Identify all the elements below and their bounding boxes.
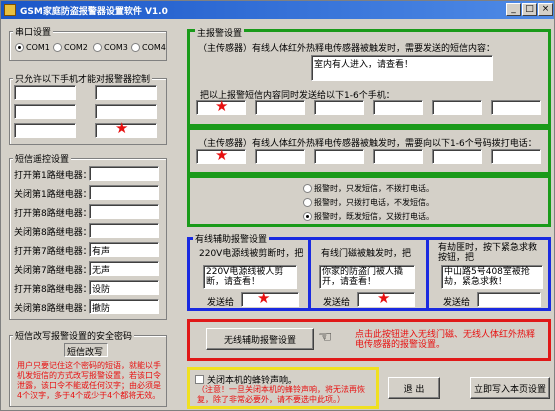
- star-marker-icon: ★: [377, 289, 391, 307]
- phone-field-3[interactable]: [14, 104, 76, 119]
- star-marker-icon: ★: [215, 97, 229, 115]
- host-call-phone-5[interactable]: [432, 149, 482, 164]
- radio-label: 报警时，只拨打电话，不发短信。: [314, 198, 434, 207]
- exit-button[interactable]: 退 出: [388, 377, 440, 399]
- radio-dot: [303, 184, 312, 193]
- radio-call-only[interactable]: 报警时，只拨打电话，不发短信。: [303, 197, 434, 208]
- radio-dot: [93, 43, 102, 52]
- serial-group-title: 串口设置: [13, 25, 54, 38]
- sms-control-title: 短信遥控设置: [13, 152, 72, 165]
- aux-door-label: 有线门磁被触发时，把: [321, 249, 412, 259]
- radio-label: COM3: [104, 43, 128, 52]
- radio-com4[interactable]: COM4: [131, 43, 166, 52]
- relay-label: 打开第7路继电器：: [14, 247, 92, 257]
- star-marker-icon: ★: [257, 289, 271, 307]
- host-sms-phone-4[interactable]: [373, 100, 423, 115]
- aux-send-label: 发送给: [207, 298, 235, 308]
- aux-divider: [426, 240, 429, 308]
- relay-field[interactable]: [89, 166, 159, 181]
- password-note: 用户只要记住这个密码的短语，就能以手机发短信的方式改写报警设置，若该口令泄露，该…: [17, 361, 161, 400]
- host-group-title: 主报警设置: [195, 26, 245, 39]
- phone-field-2[interactable]: [95, 85, 157, 100]
- relay-field[interactable]: [89, 223, 159, 238]
- host-sms-phone-5[interactable]: [432, 100, 482, 115]
- wireless-note: 点击此按钮进入无线门磁、无线人体红外热释电传感器的报警设置。: [355, 330, 536, 350]
- relay-field[interactable]: 撤防: [89, 299, 159, 314]
- relay-label: 关闭第8路继电器：: [14, 228, 92, 238]
- password-group-title: 短信改写报警设置的安全密码: [13, 329, 135, 342]
- beep-note: （注意！一旦关闭本机的蜂铃声响，将无法再恢复，除了非常必要外，请不要选中此项。）: [197, 385, 365, 404]
- relay-label: 打开第8路继电器：: [14, 285, 92, 295]
- relay-field[interactable]: [89, 204, 159, 219]
- aux-send-label: 发送给: [443, 298, 471, 308]
- relay-label: 打开第8路继电器：: [14, 209, 92, 219]
- star-marker-icon: ★: [115, 119, 129, 137]
- radio-com1[interactable]: COM1: [15, 43, 50, 52]
- minimize-button[interactable]: _: [506, 3, 521, 16]
- aux-power-label: 220V电源线被剪断时，把: [199, 249, 304, 259]
- host-sms-content[interactable]: 室内有人进入，请查看！: [311, 55, 493, 81]
- host-sms-phone-6[interactable]: [491, 100, 541, 115]
- radio-dot: [303, 198, 312, 207]
- aux-door-content[interactable]: 你家的防盗门被人撬开，请查看！: [319, 265, 415, 289]
- maximize-button[interactable]: □: [522, 3, 537, 16]
- aux-send-label: 发送给: [323, 298, 351, 308]
- pointing-hand-icon: ☜: [318, 327, 333, 346]
- relay-field[interactable]: 有声: [89, 242, 159, 257]
- aux-panic-content[interactable]: 中山路5号408室被抢劫，紧急求救！: [441, 265, 543, 289]
- radio-com2[interactable]: COM2: [53, 43, 88, 52]
- radio-label: COM1: [26, 43, 50, 52]
- host-call-phone-6[interactable]: [491, 149, 541, 164]
- app-icon: [4, 4, 16, 16]
- radio-label: COM4: [142, 43, 166, 52]
- checkbox-box: [195, 375, 204, 384]
- aux-power-content[interactable]: 220V电源线被人剪断，请查看！: [203, 265, 297, 289]
- relay-field[interactable]: 无声: [89, 261, 159, 276]
- main-window: GSM家庭防盗报警器设置软件 V1.0 _ □ × 串口设置 COM1 COM2…: [0, 0, 555, 411]
- radio-sms-and-call[interactable]: 报警时，既发短信，又拨打电话。: [303, 211, 434, 222]
- radio-dot: [15, 43, 24, 52]
- host-sms-prompt: （主传感器）有线人体红外热释电传感器被触发时，需要发送的短信内容：: [198, 44, 496, 54]
- relay-field[interactable]: 设防: [89, 280, 159, 295]
- relay-field[interactable]: [89, 185, 159, 200]
- radio-dot: [53, 43, 62, 52]
- password-field[interactable]: 短信改写: [64, 343, 108, 358]
- aux-panic-phone[interactable]: [477, 292, 541, 307]
- relay-label: 打开第1路继电器：: [14, 171, 92, 181]
- radio-com3[interactable]: COM3: [93, 43, 128, 52]
- radio-label: 报警时，既发短信，又拨打电话。: [314, 212, 434, 221]
- relay-label: 关闭第1路继电器：: [14, 190, 92, 200]
- radio-sms-only[interactable]: 报警时，只发短信，不拨打电话。: [303, 183, 434, 194]
- title-bar: GSM家庭防盗报警器设置软件 V1.0 _ □ ×: [1, 1, 554, 19]
- write-settings-button[interactable]: 立即写入本页设置: [470, 377, 550, 399]
- wireless-settings-button[interactable]: 无线辅助报警设置: [206, 328, 314, 350]
- phones-group-title: 只允许以下手机才能对报警器控制: [13, 72, 153, 85]
- phone-field-1[interactable]: [14, 85, 76, 100]
- host-call-phone-2[interactable]: [255, 149, 305, 164]
- close-button[interactable]: ×: [538, 3, 553, 16]
- radio-label: 报警时，只发短信，不拨打电话。: [314, 184, 434, 193]
- relay-label: 关闭第8路继电器：: [14, 304, 92, 314]
- radio-dot: [303, 212, 312, 221]
- radio-dot: [131, 43, 140, 52]
- radio-label: COM2: [64, 43, 88, 52]
- aux-group-title: 有线辅助报警设置: [193, 232, 270, 245]
- aux-divider: [308, 240, 311, 308]
- star-marker-icon: ★: [215, 146, 229, 164]
- relay-label: 关闭第7路继电器：: [14, 266, 92, 276]
- phone-field-5[interactable]: [14, 123, 76, 138]
- host-sms-phone-2[interactable]: [255, 100, 305, 115]
- sms-control-group: [9, 158, 167, 320]
- phone-field-4[interactable]: [95, 104, 157, 119]
- aux-panic-label: 有劫匪时，按下紧急求救按钮，把: [438, 243, 538, 263]
- host-call-phone-3[interactable]: [314, 149, 364, 164]
- host-sms-phone-3[interactable]: [314, 100, 364, 115]
- host-call-prompt: （主传感器）有线人体红外热释电传感器被触发时，需要向以下1-6个号码拨打电话：: [198, 139, 537, 149]
- host-call-phone-4[interactable]: [373, 149, 423, 164]
- window-title: GSM家庭防盗报警器设置软件 V1.0: [20, 6, 168, 17]
